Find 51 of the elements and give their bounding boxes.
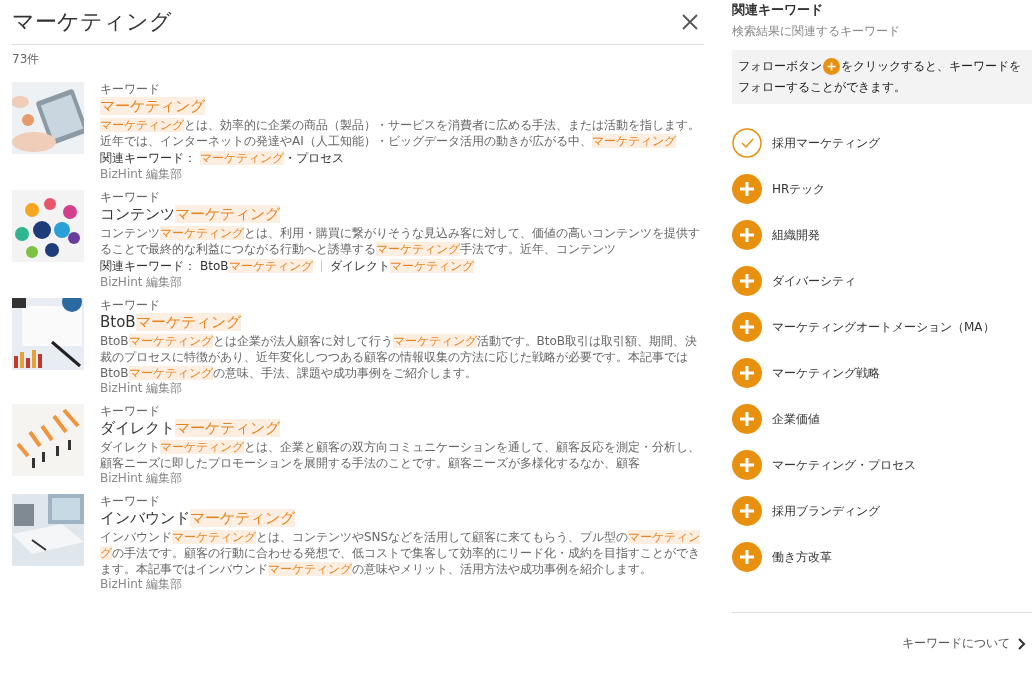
hint-text: をクリックすると、キーワードを [841,58,1021,75]
plus-icon[interactable] [732,358,762,388]
sidebar-title: 関連キーワード [732,2,824,19]
plus-icon[interactable] [732,496,762,526]
plus-icon[interactable] [732,266,762,296]
page-title: マーケティング [12,8,172,36]
author: BizHint 編集部 [100,275,184,290]
keyword-link[interactable]: 採用ブランディング [772,502,880,520]
related-link[interactable]: マーケティング・プロセス [200,149,344,167]
sidebar-subtitle: 検索結果に関連するキーワード [732,23,901,40]
result-description: BtoBマーケティングとは企業が法人顧客に対して行うマーケティング活動です。BtoB取引は取引額、期間、決裁のプロセスに特徴があり、近年変化しつつある顧客の情報収集の方法に応じた戦略が必要です。本記事ではBtoBマーケティングの意味、手法、課題や成功事例をご紹介します。 [100,333,699,381]
result-count: 73件 [12,51,40,68]
hint-text: フォローすることができます。 [738,79,906,96]
plus-icon[interactable] [823,58,840,75]
keyword-link[interactable]: マーケティング戦略 [772,364,880,382]
plus-icon[interactable] [732,404,762,434]
plus-icon[interactable] [732,450,762,480]
hint-text: フォローボタン [738,58,822,75]
keyword-link[interactable]: HRテック [772,180,826,198]
author: BizHint 編集部 [100,577,184,592]
plus-icon[interactable] [732,312,762,342]
keyword-link[interactable]: マーケティング・プロセス [772,456,916,474]
category-label: キーワード [100,190,161,204]
category-label: キーワード [100,494,161,508]
author: BizHint 編集部 [100,381,184,396]
plus-icon[interactable] [732,220,762,250]
result-description: マーケティングとは、効率的に企業の商品（製品）・サービスを消費者に広める手法、または活動を指します。近年では、インターネットの発達やAI（人工知能）・ビッグデータ活用の動きが広がる中、マーケティング [100,117,701,149]
keyword-link[interactable]: 働き方改革 [772,548,832,566]
result-description: コンテンツマーケティングとは、利用・購買に繋がりそうな見込み客に対して、価値の高いコンテンツを提供することで最終的な利益につながる行動へと誘導するマーケティング手法です。近年、コンテンツ [100,225,701,257]
author: BizHint 編集部 [100,167,184,182]
chevron-right-icon[interactable] [1018,637,1026,650]
close-icon[interactable] [682,14,698,30]
about-keywords-link[interactable]: キーワードについて [902,635,1010,652]
result-title[interactable]: インバウンドマーケティング [100,508,295,529]
keyword-link[interactable]: 組織開発 [772,226,820,244]
category-label: キーワード [100,404,161,418]
keyword-link[interactable]: マーケティングオートメーション（MA） [772,318,995,336]
result-description: インバウンドマーケティングとは、コンテンツやSNSなどを活用して顧客に来てもらう、プル型のマーケティングの手法です。顧客の行動に合わせる発想で、低コストで集客して効率的にリード化・成約を目指すことができます。本記事ではインバウンドマーケティングの意味やメリット、活用方法や成功事例を紹介します。 [100,529,702,577]
keyword-link[interactable]: ダイバーシティ [772,272,856,290]
category-label: キーワード [100,298,161,312]
check-icon[interactable] [732,128,762,158]
category-label: キーワード [100,82,161,96]
plus-icon[interactable] [732,174,762,204]
result-description: ダイレクトマーケティングとは、企業と顧客の双方向コミュニケーションを通して、顧客反応を測定・分析し、顧客ニーズに即したプロモーションを展開する手法のことです。顧客ニーズが多様化するなか、顧客 [100,439,701,471]
keyword-link[interactable]: 企業価値 [772,410,820,428]
related-link[interactable]: ダイレクトマーケティング [329,257,474,275]
author: BizHint 編集部 [100,471,184,486]
plus-icon[interactable] [732,542,762,572]
related-label: 関連キーワード： [100,150,196,167]
related-label: 関連キーワード： [100,258,196,275]
keyword-link[interactable]: 採用マーケティング [772,134,880,152]
